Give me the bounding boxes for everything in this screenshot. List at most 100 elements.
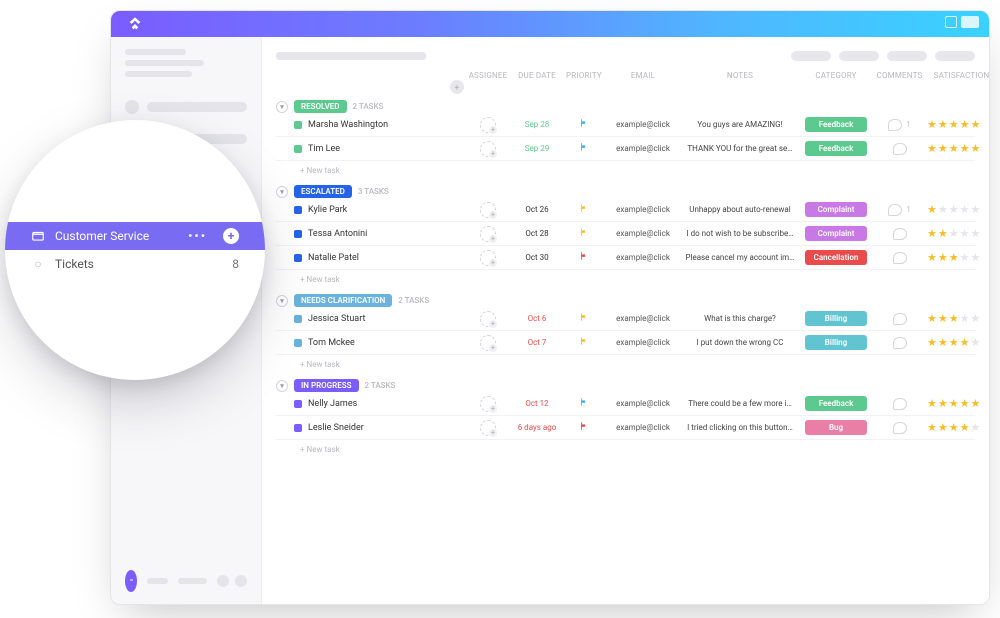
- section-header[interactable]: ▾ IN PROGRESS 2 TASKS: [276, 379, 975, 392]
- assignee-cell[interactable]: [464, 141, 512, 157]
- assignee-avatar-icon[interactable]: [480, 420, 496, 436]
- task-name[interactable]: Tim Lee: [294, 144, 464, 154]
- new-task-button[interactable]: + New task: [276, 161, 975, 175]
- window-controls[interactable]: [945, 16, 979, 28]
- table-row[interactable]: Jessica Stuart Oct 6 example@click What …: [276, 307, 975, 331]
- comments-cell[interactable]: [872, 337, 927, 349]
- category-cell[interactable]: Cancellation: [800, 250, 872, 265]
- satisfaction-stars[interactable]: ★★★★★: [927, 336, 989, 349]
- comments-cell[interactable]: [872, 143, 927, 155]
- comments-cell[interactable]: [872, 252, 927, 264]
- col-priority[interactable]: PRIORITY: [562, 71, 606, 80]
- category-cell[interactable]: Billing: [800, 311, 872, 326]
- due-date[interactable]: Sep 29: [512, 144, 562, 153]
- view-actions[interactable]: [791, 51, 975, 61]
- table-row[interactable]: Tim Lee Sep 29 example@click THANK YOU f…: [276, 137, 975, 161]
- task-name[interactable]: Jessica Stuart: [294, 314, 464, 324]
- assignee-avatar-icon[interactable]: [480, 311, 496, 327]
- priority-flag-icon[interactable]: [562, 421, 606, 434]
- col-due[interactable]: DUE DATE: [512, 71, 562, 80]
- assignee-avatar-icon[interactable]: [480, 141, 496, 157]
- assignee-cell[interactable]: [464, 250, 512, 266]
- due-date[interactable]: Sep 28: [512, 120, 562, 129]
- section-header[interactable]: ▾ RESOLVED 2 TASKS: [276, 100, 975, 113]
- satisfaction-stars[interactable]: ★★★★★: [927, 251, 989, 264]
- table-row[interactable]: Natalie Patel Oct 30 example@click Pleas…: [276, 246, 975, 270]
- assignee-cell[interactable]: [464, 117, 512, 133]
- task-name[interactable]: Natalie Patel: [294, 253, 464, 263]
- task-name[interactable]: Leslie Sneider: [294, 423, 464, 433]
- sidebar-item-tickets[interactable]: ○ Tickets 8: [5, 250, 265, 278]
- add-list-button[interactable]: +: [223, 228, 239, 244]
- due-date[interactable]: Oct 6: [512, 314, 562, 323]
- satisfaction-stars[interactable]: ★★★★★: [927, 118, 989, 131]
- task-name[interactable]: Marsha Washington: [294, 120, 464, 130]
- satisfaction-stars[interactable]: ★★★★★: [927, 142, 989, 155]
- new-task-button[interactable]: + New task: [276, 440, 975, 454]
- table-row[interactable]: Nelly James Oct 12 example@click There c…: [276, 392, 975, 416]
- table-row[interactable]: Marsha Washington Sep 28 example@click Y…: [276, 113, 975, 137]
- col-notes[interactable]: NOTES: [680, 71, 800, 80]
- chevron-down-icon[interactable]: ▾: [276, 186, 288, 198]
- assignee-cell[interactable]: [464, 311, 512, 327]
- section-header[interactable]: ▾ ESCALATED 3 TASKS: [276, 185, 975, 198]
- priority-flag-icon[interactable]: [562, 336, 606, 349]
- assignee-cell[interactable]: [464, 420, 512, 436]
- category-cell[interactable]: Feedback: [800, 117, 872, 132]
- priority-flag-icon[interactable]: [562, 118, 606, 131]
- satisfaction-stars[interactable]: ★★★★★: [927, 397, 989, 410]
- assignee-avatar-icon[interactable]: [480, 335, 496, 351]
- col-satisfaction[interactable]: SATISFACTION LEVEL: [927, 71, 989, 80]
- category-cell[interactable]: Bug: [800, 420, 872, 435]
- priority-flag-icon[interactable]: [562, 251, 606, 264]
- satisfaction-stars[interactable]: ★★★★★: [927, 421, 989, 434]
- due-date[interactable]: Oct 7: [512, 338, 562, 347]
- table-row[interactable]: Tom Mckee Oct 7 example@click I put down…: [276, 331, 975, 355]
- due-date[interactable]: Oct 28: [512, 229, 562, 238]
- assignee-avatar-icon[interactable]: [480, 117, 496, 133]
- due-date[interactable]: Oct 12: [512, 399, 562, 408]
- chevron-down-icon[interactable]: ▾: [276, 295, 288, 307]
- col-assignee[interactable]: ASSIGNEE: [464, 71, 512, 80]
- assignee-cell[interactable]: [464, 202, 512, 218]
- satisfaction-stars[interactable]: ★★★★★: [927, 227, 989, 240]
- category-cell[interactable]: Complaint: [800, 226, 872, 241]
- satisfaction-stars[interactable]: ★★★★★: [927, 312, 989, 325]
- table-row[interactable]: Kylie Park Oct 26 example@click Unhappy …: [276, 198, 975, 222]
- comments-cell[interactable]: [872, 313, 927, 325]
- assignee-avatar-icon[interactable]: [480, 202, 496, 218]
- new-task-button[interactable]: + New task: [276, 270, 975, 284]
- due-date[interactable]: Oct 30: [512, 253, 562, 262]
- task-name[interactable]: Tessa Antonini: [294, 229, 464, 239]
- table-row[interactable]: Leslie Sneider 6 days ago example@click …: [276, 416, 975, 440]
- assignee-cell[interactable]: [464, 226, 512, 242]
- col-comments[interactable]: COMMENTS: [872, 71, 927, 80]
- priority-flag-icon[interactable]: [562, 203, 606, 216]
- section-header[interactable]: ▾ NEEDS CLARIFICATION 2 TASKS: [276, 294, 975, 307]
- category-cell[interactable]: Feedback: [800, 141, 872, 156]
- chat-icon[interactable]: [125, 570, 137, 592]
- priority-flag-icon[interactable]: [562, 397, 606, 410]
- category-cell[interactable]: Feedback: [800, 396, 872, 411]
- priority-flag-icon[interactable]: [562, 142, 606, 155]
- assignee-cell[interactable]: [464, 335, 512, 351]
- task-name[interactable]: Kylie Park: [294, 205, 464, 215]
- category-cell[interactable]: Complaint: [800, 202, 872, 217]
- table-row[interactable]: Tessa Antonini Oct 28 example@click I do…: [276, 222, 975, 246]
- comments-cell[interactable]: [872, 228, 927, 240]
- assignee-avatar-icon[interactable]: [480, 250, 496, 266]
- comments-cell[interactable]: [872, 422, 927, 434]
- col-category[interactable]: CATEGORY: [800, 71, 872, 80]
- col-email[interactable]: EMAIL: [606, 71, 680, 80]
- satisfaction-stars[interactable]: ★★★★★: [927, 203, 989, 216]
- more-icon[interactable]: •••: [188, 229, 207, 243]
- assignee-cell[interactable]: [464, 396, 512, 412]
- priority-flag-icon[interactable]: [562, 312, 606, 325]
- assignee-avatar-icon[interactable]: [480, 396, 496, 412]
- assignee-avatar-icon[interactable]: [480, 226, 496, 242]
- comments-cell[interactable]: 1: [872, 119, 927, 131]
- chevron-down-icon[interactable]: ▾: [276, 380, 288, 392]
- comments-cell[interactable]: [872, 398, 927, 410]
- add-column-button[interactable]: +: [450, 80, 464, 94]
- due-date[interactable]: Oct 26: [512, 205, 562, 214]
